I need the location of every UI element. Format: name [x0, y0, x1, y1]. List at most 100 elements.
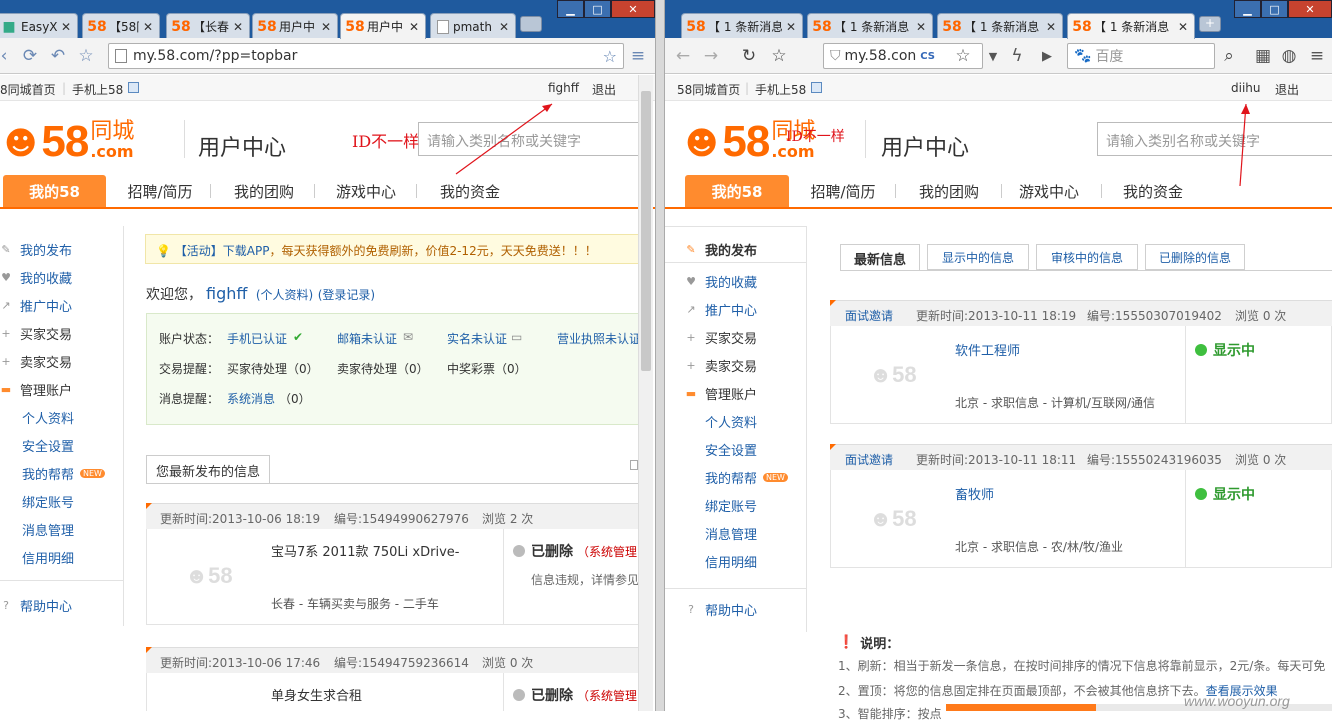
close-icon[interactable]: ✕: [786, 20, 796, 34]
mobile-link[interactable]: 手机上58: [755, 81, 806, 98]
tab-latest[interactable]: 最新信息: [840, 244, 920, 271]
tab-58-active[interactable]: 58 用户中 ✕: [340, 13, 426, 39]
nav-funds[interactable]: 我的资金: [1103, 175, 1203, 207]
search-icon[interactable]: ⌕: [1219, 46, 1239, 66]
sidebar-item-bind[interactable]: 绑定账号: [705, 496, 757, 515]
tab-58-r1[interactable]: 58 【 1 条新消息 ✕: [681, 13, 803, 39]
nav-games[interactable]: 游戏中心: [318, 175, 414, 207]
list-icon[interactable]: [630, 460, 638, 470]
tab-reviewing[interactable]: 审核中的信息: [1036, 244, 1138, 270]
nav-groupbuy[interactable]: 我的团购: [216, 175, 312, 207]
sidebar-item-credit[interactable]: 信用明细: [705, 552, 757, 571]
phone-verified-link[interactable]: 手机已认证: [227, 330, 287, 347]
welcome-username[interactable]: fighff: [206, 284, 247, 303]
email-unverified-link[interactable]: 邮箱未认证: [337, 330, 397, 347]
sidebar-item-seller[interactable]: + 卖家交易: [685, 356, 757, 375]
realname-unverified-link[interactable]: 实名未认证: [447, 330, 507, 347]
search-engine-box[interactable]: 🐾 百度: [1067, 43, 1215, 69]
bookmark-star-icon[interactable]: ☆: [769, 46, 789, 66]
nav-funds[interactable]: 我的资金: [422, 175, 518, 207]
nav-my58[interactable]: 我的58: [3, 175, 106, 207]
mobile-link[interactable]: 手机上58: [72, 81, 123, 98]
close-icon[interactable]: ✕: [499, 20, 509, 34]
logout-link[interactable]: 退出: [1275, 81, 1299, 98]
back-icon[interactable]: ‹: [0, 46, 14, 66]
username[interactable]: diihu: [1231, 81, 1261, 95]
sidebar-item-help[interactable]: ? 帮助中心: [0, 596, 72, 615]
minimize-icon[interactable]: ▁: [1234, 0, 1261, 18]
sidebar-item-favorites[interactable]: ♥ 我的收藏: [685, 272, 757, 291]
username[interactable]: fighff: [548, 81, 579, 95]
sidebar-item-bind[interactable]: 绑定账号: [22, 492, 74, 511]
close-window-icon[interactable]: ✕: [1288, 0, 1332, 18]
site-logo[interactable]: ☻ 58 同城 .com: [4, 116, 134, 164]
home-link[interactable]: 8同城首页: [0, 81, 56, 98]
nav-games[interactable]: 游戏中心: [999, 175, 1099, 207]
tab-deleted[interactable]: 已删除的信息: [1145, 244, 1245, 270]
interview-invite-link[interactable]: 面试邀请: [845, 451, 893, 468]
login-log-link[interactable]: (登录记录): [318, 288, 375, 302]
logout-link[interactable]: 退出: [592, 81, 616, 98]
address-bar[interactable]: my.58.com/?pp=topbar ☆: [108, 43, 624, 69]
sidebar-item-profile[interactable]: 个人资料: [705, 412, 757, 431]
back-icon[interactable]: ←: [673, 46, 693, 66]
vertical-scrollbar[interactable]: [638, 75, 653, 711]
close-icon[interactable]: ✕: [1178, 20, 1188, 34]
close-icon[interactable]: ✕: [409, 20, 419, 34]
tab-58-r2[interactable]: 58 【 1 条新消息 ✕: [807, 13, 933, 39]
play-icon[interactable]: ▶: [1037, 46, 1057, 66]
star-icon[interactable]: ☆: [603, 47, 617, 66]
sidebar-item-publish[interactable]: ✎ 我的发布: [0, 240, 72, 259]
nav-jobs[interactable]: 招聘/简历: [793, 175, 893, 207]
sidebar-item-buyer[interactable]: + 买家交易: [685, 328, 757, 347]
tab-latest-posts[interactable]: 您最新发布的信息: [146, 455, 270, 484]
scroll-thumb[interactable]: [641, 91, 651, 371]
close-icon[interactable]: ✕: [61, 20, 71, 34]
tab-showing[interactable]: 显示中的信息: [927, 244, 1029, 270]
sidebar-item-promo[interactable]: ↗ 推广中心: [0, 296, 72, 315]
sidebar-item-seller[interactable]: + 卖家交易: [0, 352, 72, 371]
new-tab-button[interactable]: [520, 16, 542, 32]
close-icon[interactable]: ✕: [916, 20, 926, 34]
tab-pmath[interactable]: pmath ✕: [430, 13, 516, 39]
close-icon[interactable]: ✕: [1046, 20, 1056, 34]
tab-58-r3[interactable]: 58 【 1 条新消息 ✕: [937, 13, 1063, 39]
menu-icon[interactable]: ≡: [1307, 46, 1327, 66]
grid-icon[interactable]: ▦: [1253, 46, 1273, 66]
new-tab-button[interactable]: +: [1199, 16, 1221, 32]
minimize-icon[interactable]: ▁: [557, 0, 584, 18]
tab-58-2[interactable]: 58 【长春 ✕: [166, 13, 250, 39]
listing-title[interactable]: 宝马7系 2011款 750Li xDrive-: [271, 541, 459, 560]
reload-icon[interactable]: ↻: [739, 46, 759, 66]
search-input[interactable]: 请输入类别名称或关键字: [418, 122, 648, 156]
sidebar-item-security[interactable]: 安全设置: [705, 440, 757, 459]
nav-jobs[interactable]: 招聘/简历: [112, 175, 208, 207]
bookmark-star-icon[interactable]: ☆: [76, 46, 96, 66]
nav-my58[interactable]: 我的58: [685, 175, 789, 207]
tab-58-1[interactable]: 58【58同✕: [82, 13, 160, 39]
license-unverified-link[interactable]: 营业执照未认证: [557, 330, 641, 347]
sidebar-item-buyer[interactable]: + 买家交易: [0, 324, 72, 343]
sidebar-item-promo[interactable]: ↗ 推广中心: [685, 300, 757, 319]
search-input[interactable]: 请输入类别名称或关键字: [1097, 122, 1332, 156]
tab-58-3[interactable]: 58 用户中 ✕: [252, 13, 338, 39]
sidebar-item-bangbang[interactable]: 我的帮帮 NEW: [22, 464, 105, 483]
home-link[interactable]: 58同城首页: [677, 81, 740, 98]
tab-58-r-active[interactable]: 58 【 1 条新消息 ✕: [1067, 13, 1195, 39]
sidebar-item-account[interactable]: ▬ 管理账户: [685, 384, 757, 403]
sidebar-item-security[interactable]: 安全设置: [22, 436, 74, 455]
download-app-link[interactable]: 【活动】下载APP: [175, 244, 270, 258]
sidebar-item-help[interactable]: ? 帮助中心: [685, 600, 757, 619]
lightning-icon[interactable]: ϟ: [1007, 46, 1027, 66]
buyer-pending[interactable]: 买家待处理（0）: [227, 360, 319, 377]
reload-icon[interactable]: ⟳: [20, 46, 40, 66]
close-icon[interactable]: ✕: [143, 20, 153, 34]
sidebar-item-account[interactable]: ▬ 管理账户: [0, 380, 72, 399]
sidebar-item-bangbang[interactable]: 我的帮帮 NEW: [705, 468, 788, 487]
menu-icon[interactable]: ≡: [628, 46, 648, 66]
maximize-icon[interactable]: □: [584, 0, 611, 18]
system-message-link[interactable]: 系统消息: [227, 390, 275, 407]
interview-invite-link[interactable]: 面试邀请: [845, 307, 893, 324]
listing-title[interactable]: 软件工程师: [955, 340, 1020, 359]
sidebar-item-favorites[interactable]: ♥ 我的收藏: [0, 268, 72, 287]
